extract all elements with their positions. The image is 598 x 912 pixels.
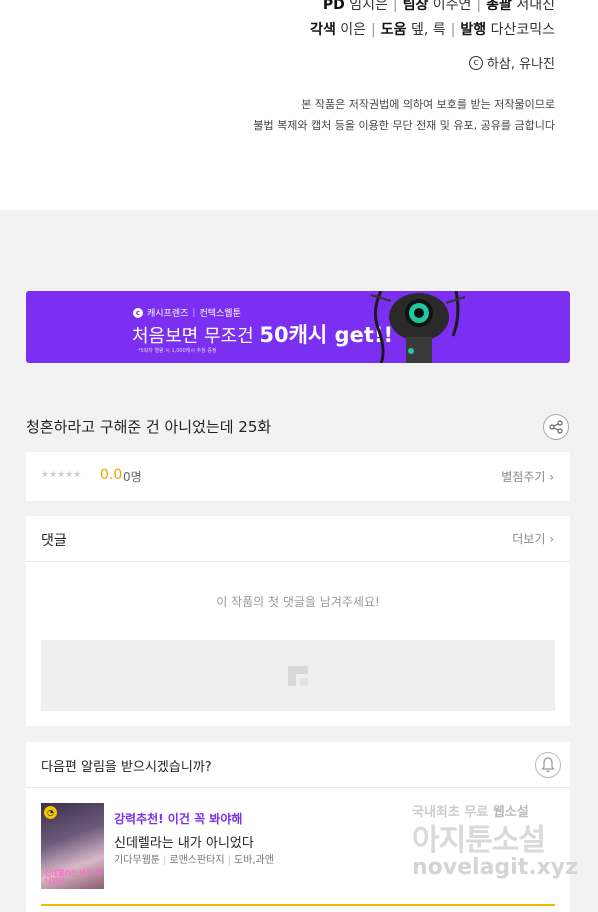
clock-icon: ◔ — [44, 806, 57, 819]
credit-name: 이은 — [340, 22, 367, 38]
genre-label: 기다무웹툰 — [114, 855, 160, 866]
credit-name: 다산코믹스 — [490, 22, 555, 38]
site-watermark: 국내최초 무료 웹소설 아지툰소설 novelagit.xyz — [412, 801, 592, 891]
credit-role: 각색 — [310, 22, 336, 38]
recommend-genres: 기다무웹툰 | 로맨스판타지 | 도바,과앤 — [114, 855, 274, 866]
alert-title: 다음편 알림을 받으시겠습니까? — [41, 760, 212, 775]
banner-title: 처음보면 무조건 50캐시 get!! — [132, 319, 393, 349]
credit-line-2: 각색 이은 | 도움 뎊, 륵 | 발행 다산코믹스 — [310, 22, 555, 38]
thumbnail-title: 신데렐라는 내가 아니었다 — [45, 869, 102, 885]
comment-input[interactable] — [41, 640, 555, 711]
banner-title-text: 처음보면 무조건 — [132, 326, 260, 347]
genre-label: 도바,과앤 — [233, 855, 274, 866]
genre-label: 로맨스판타지 — [169, 855, 225, 866]
rating-value: 0.0 — [100, 467, 123, 483]
recommend-thumbnail[interactable]: ◔ 신데렐라는 내가 아니었다 — [41, 803, 104, 889]
copyright-notice-1: 본 작품은 저작권법에 의하여 보호를 받는 저작물이므로 — [301, 98, 555, 111]
promo-banner[interactable]: c 캐시프렌즈 | 컨텍스웹툰 처음보면 무조건 50캐시 get!! *5회차… — [26, 291, 570, 363]
banner-brand-left: 캐시프렌즈 — [147, 309, 189, 319]
credit-role: 총괄 — [486, 0, 512, 13]
credit-name: 임지은 — [349, 0, 388, 13]
credit-role: 발행 — [460, 22, 487, 38]
banner-brand-separator: | — [192, 307, 196, 318]
rating-card: ★★★★★ 0.0 0명 별점주기 › — [26, 452, 570, 501]
credit-role: 팀장 — [402, 0, 429, 13]
copyright-holders: 하삼, 유나진 — [486, 57, 555, 72]
credit-line-1: PD 임지은 | 팀장 이주연 | 총괄 서내진 — [323, 0, 555, 14]
copyright-icon: c — [468, 55, 483, 70]
share-icon — [549, 420, 563, 434]
alert-bell-button[interactable] — [535, 752, 561, 778]
comments-title: 댓글 — [41, 533, 67, 549]
credit-role: PD — [322, 0, 345, 13]
rating-count: 0명 — [123, 470, 142, 484]
comments-card: 댓글 더보기 › 이 작품의 첫 댓글을 남겨주세요! — [26, 516, 570, 726]
banner-fine-print: *5회차 열람 시 1,000캐시 추첨 증정 — [138, 348, 217, 354]
comments-empty-message: 이 작품의 첫 댓글을 남겨주세요! — [216, 595, 380, 609]
credit-role: 도움 — [380, 22, 407, 38]
watermark-line-2: 아지툰소설 — [412, 823, 546, 858]
bell-icon — [541, 757, 555, 773]
robot-head-illustration — [370, 291, 466, 363]
share-button[interactable] — [543, 414, 569, 440]
recommend-title[interactable]: 신데렐라는 내가 아니었다 — [114, 832, 254, 851]
episode-title: 청혼하라고 구해준 건 아니었는데 25화 — [26, 418, 272, 436]
watermark-line-3: novelagit.xyz — [412, 855, 578, 880]
credit-name: 이주연 — [432, 0, 472, 13]
banner-brand: c 캐시프렌즈 | 컨텍스웹툰 — [133, 306, 241, 319]
star-rating-icon: ★★★★★ — [41, 470, 82, 480]
credit-name: 뎊, 륵 — [410, 22, 446, 38]
alert-header: 다음편 알림을 받으시겠습니까? — [26, 742, 570, 788]
banner-brand-right: 컨텍스웹툰 — [199, 309, 241, 319]
comments-header: 댓글 더보기 › — [26, 516, 570, 562]
copyright-notice-2: 불법 복제와 캡처 등을 이용한 무단 전재 및 유포, 공유를 금합니다 — [253, 119, 555, 132]
copyright-line: c 하삼, 유나진 — [468, 53, 555, 72]
comments-more-link[interactable]: 더보기 › — [512, 530, 554, 547]
recommend-tag: 강력추천! 이건 꼭 봐야해 — [114, 812, 243, 826]
cashfriends-logo-icon: c — [133, 307, 143, 318]
credit-name: 서내진 — [516, 0, 555, 13]
rate-button[interactable]: 별점주기 › — [501, 468, 554, 485]
credits-section: PD 임지은 | 팀장 이주연 | 총괄 서내진 각색 이은 | 도움 뎊, 륵 | 발행 다산… — [0, 0, 598, 210]
comment-placeholder-icon — [288, 666, 308, 686]
